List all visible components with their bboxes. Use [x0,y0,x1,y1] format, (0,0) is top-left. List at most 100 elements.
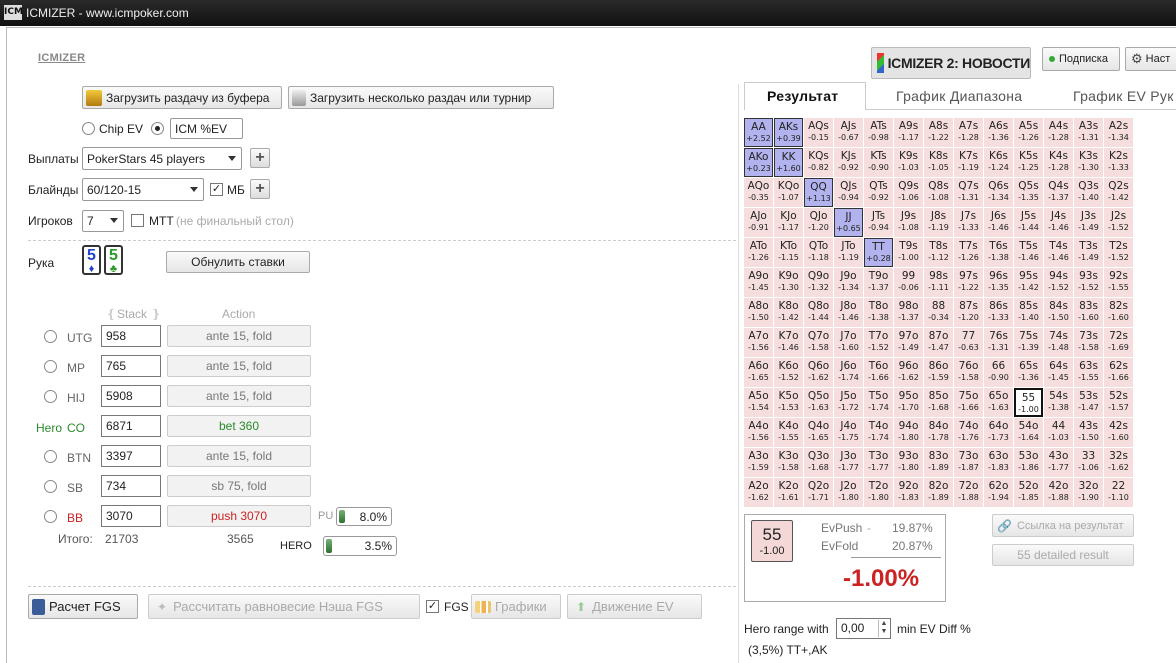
hand-cell-AQs[interactable]: AQs -0.15 [804,118,833,147]
hand-cell-K6o[interactable]: K6o -1.52 [774,358,803,387]
hand-cell-A4s[interactable]: A4s -1.28 [1044,118,1073,147]
hand-cell-T9o[interactable]: T9o -1.37 [864,268,893,297]
hand-cell-K3o[interactable]: K3o -1.58 [774,448,803,477]
hand-cell-97o[interactable]: 97o -1.49 [894,328,923,357]
hand-cell-53s[interactable]: 53s -1.47 [1074,388,1103,417]
hand-cell-96o[interactable]: 96o -1.62 [894,358,923,387]
hand-cell-A2s[interactable]: A2s -1.34 [1104,118,1133,147]
hand-cell-J8s[interactable]: J8s -1.19 [924,208,953,237]
hand-cell-87o[interactable]: 87o -1.47 [924,328,953,357]
stack-input[interactable]: 765 [101,355,161,377]
stack-input[interactable]: 6871 [101,415,161,437]
mb-checkbox[interactable]: ✓ [210,183,223,196]
stack-input[interactable]: 3070 [101,505,161,527]
hand-cell-Q3s[interactable]: Q3s -1.40 [1074,178,1103,207]
player-select-radio[interactable] [44,360,57,373]
player-select-radio[interactable] [44,480,57,493]
hand-cell-T4s[interactable]: T4s -1.46 [1044,238,1073,267]
hand-cell-Q9o[interactable]: Q9o -1.32 [804,268,833,297]
hand-cell-T5s[interactable]: T5s -1.46 [1014,238,1043,267]
action-field[interactable]: ante 15, fold [167,325,311,347]
hand-cell-KTs[interactable]: KTs -0.90 [864,148,893,177]
news-button[interactable]: ICMIZER 2: НОВОСТИ [871,47,1031,79]
hand-cell-86o[interactable]: 86o -1.59 [924,358,953,387]
hand-cell-98s[interactable]: 98s -1.11 [924,268,953,297]
hand-cell-Q4o[interactable]: Q4o -1.65 [804,418,833,447]
hand-cell-A5o[interactable]: A5o -1.54 [744,388,773,417]
player-select-radio[interactable] [44,510,57,523]
hand-cell-62s[interactable]: 62s -1.66 [1104,358,1133,387]
hand-cell-J6o[interactable]: J6o -1.74 [834,358,863,387]
hand-card-2[interactable]: 5 ♣ [104,245,123,275]
action-field[interactable]: bet 360 [167,415,311,437]
hand-cell-63s[interactable]: 63s -1.55 [1074,358,1103,387]
hand-cell-32s[interactable]: 32s -1.62 [1104,448,1133,477]
mtt-checkbox[interactable] [131,214,144,227]
action-field[interactable]: ante 15, fold [167,385,311,407]
hand-cell-66[interactable]: 66 -0.90 [984,358,1013,387]
hand-cell-93s[interactable]: 93s -1.52 [1074,268,1103,297]
hand-cell-72s[interactable]: 72s -1.69 [1104,328,1133,357]
hand-cell-T5o[interactable]: T5o -1.74 [864,388,893,417]
hand-cell-K7s[interactable]: K7s -1.19 [954,148,983,177]
hand-cell-82o[interactable]: 82o -1.89 [924,478,953,507]
hand-cell-88[interactable]: 88 -0.34 [924,298,953,327]
icmizer-link[interactable]: ICMIZER [38,52,85,64]
hand-cell-92s[interactable]: 92s -1.55 [1104,268,1133,297]
hand-cell-J2s[interactable]: J2s -1.52 [1104,208,1133,237]
hand-cell-86s[interactable]: 86s -1.33 [984,298,1013,327]
hand-cell-J5s[interactable]: J5s -1.44 [1014,208,1043,237]
hand-cell-T6s[interactable]: T6s -1.38 [984,238,1013,267]
hand-cell-64o[interactable]: 64o -1.73 [984,418,1013,447]
hand-cell-J3o[interactable]: J3o -1.77 [834,448,863,477]
payouts-select[interactable]: PokerStars 45 players [82,147,242,170]
hand-cell-Q2o[interactable]: Q2o -1.71 [804,478,833,507]
hand-cell-J4o[interactable]: J4o -1.75 [834,418,863,447]
result-link-button[interactable]: 🔗 Ссылка на результат [992,514,1134,537]
hand-cell-75o[interactable]: 75o -1.66 [954,388,983,417]
hand-cell-K5o[interactable]: K5o -1.53 [774,388,803,417]
hand-cell-Q5s[interactable]: Q5s -1.35 [1014,178,1043,207]
hand-cell-JJ[interactable]: JJ +0.65 [834,208,863,237]
detailed-result-button[interactable]: 55 detailed result [992,544,1134,566]
hand-cell-K6s[interactable]: K6s -1.24 [984,148,1013,177]
hand-cell-77[interactable]: 77 -0.63 [954,328,983,357]
hand-cell-QJs[interactable]: QJs -0.94 [834,178,863,207]
hand-cell-Q7s[interactable]: Q7s -1.31 [954,178,983,207]
hand-cell-T4o[interactable]: T4o -1.74 [864,418,893,447]
hand-cell-43s[interactable]: 43s -1.50 [1074,418,1103,447]
hand-cell-K5s[interactable]: K5s -1.25 [1014,148,1043,177]
add-blinds-button[interactable]: + [250,179,270,199]
hand-cell-A5s[interactable]: A5s -1.26 [1014,118,1043,147]
hand-cell-J7s[interactable]: J7s -1.33 [954,208,983,237]
load-from-buffer-button[interactable]: Загрузить раздачу из буфера [82,86,282,109]
hand-cell-65s[interactable]: 65s -1.36 [1014,358,1043,387]
hand-cell-J9s[interactable]: J9s -1.08 [894,208,923,237]
action-field[interactable]: push 3070 [167,505,311,527]
hand-cell-KQo[interactable]: KQo -1.07 [774,178,803,207]
hand-cell-43o[interactable]: 43o -1.77 [1044,448,1073,477]
hand-cell-K9o[interactable]: K9o -1.30 [774,268,803,297]
hand-cell-T6o[interactable]: T6o -1.66 [864,358,893,387]
hand-cell-42o[interactable]: 42o -1.88 [1044,478,1073,507]
hand-cell-73s[interactable]: 73s -1.58 [1074,328,1103,357]
hand-cell-J7o[interactable]: J7o -1.60 [834,328,863,357]
hand-cell-76o[interactable]: 76o -1.58 [954,358,983,387]
action-field[interactable]: ante 15, fold [167,355,311,377]
hand-cell-AJs[interactable]: AJs -0.67 [834,118,863,147]
hand-cell-Q6o[interactable]: Q6o -1.62 [804,358,833,387]
player-select-radio[interactable] [44,450,57,463]
hand-cell-JTo[interactable]: JTo -1.19 [834,238,863,267]
hand-cell-K8s[interactable]: K8s -1.05 [924,148,953,177]
hand-cell-Q3o[interactable]: Q3o -1.68 [804,448,833,477]
hand-cell-T2s[interactable]: T2s -1.52 [1104,238,1133,267]
hand-cell-52s[interactable]: 52s -1.57 [1104,388,1133,417]
icm-model-select[interactable]: ICM %EV [170,118,243,139]
hand-cell-A7s[interactable]: A7s -1.28 [954,118,983,147]
tab-ev-chart[interactable]: График EV Рук [1073,88,1174,104]
ev-move-button[interactable]: ⬆ Движение EV [567,594,702,619]
hand-cell-83o[interactable]: 83o -1.89 [924,448,953,477]
hand-cell-54s[interactable]: 54s -1.38 [1044,388,1073,417]
hand-cell-A6o[interactable]: A6o -1.65 [744,358,773,387]
hand-cell-53o[interactable]: 53o -1.86 [1014,448,1043,477]
